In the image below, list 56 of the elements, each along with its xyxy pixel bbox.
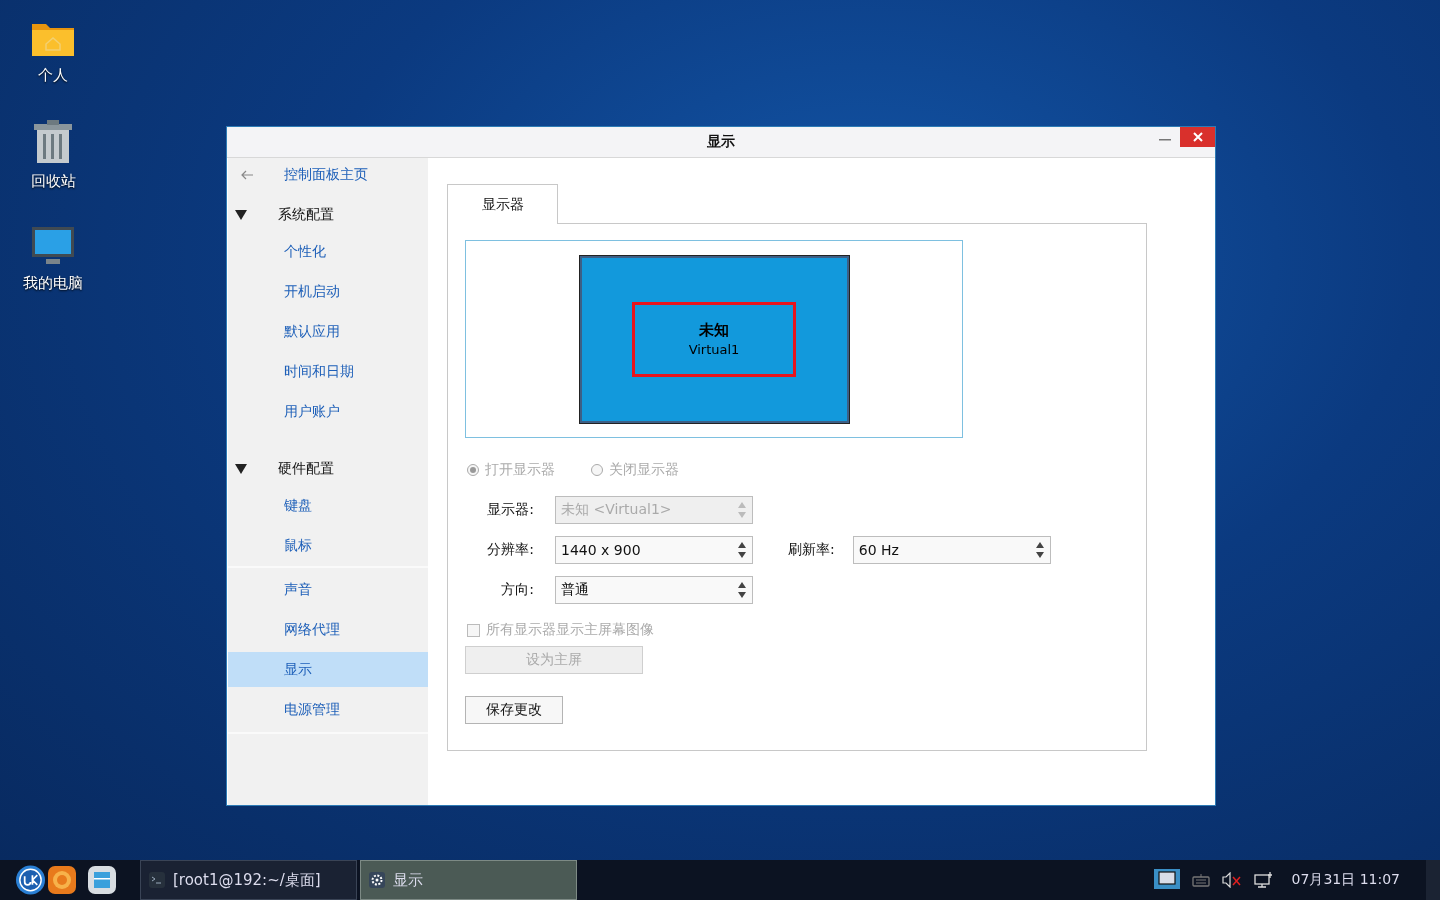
checkbox-label: 所有显示器显示主屏幕图像 <box>486 621 654 639</box>
close-button[interactable] <box>1180 127 1215 147</box>
sidebar-item[interactable]: 网络代理 <box>228 610 428 650</box>
group-heading: 硬件配置 <box>278 460 334 478</box>
window-title: 显示 <box>707 133 735 151</box>
tab[interactable]: 显示器 <box>447 184 558 224</box>
monitor-output: Virtual1 <box>688 342 740 357</box>
spinner-arrows-icon <box>738 542 746 558</box>
expander-icon[interactable] <box>234 209 248 221</box>
gear-icon <box>369 872 385 888</box>
network-icon[interactable] <box>1253 871 1274 889</box>
field-label: 刷新率: <box>788 541 835 559</box>
desktop-icon-label[interactable]: 个人 <box>38 66 68 85</box>
expander-icon[interactable] <box>234 463 248 475</box>
field-label: 方向: <box>500 581 534 599</box>
dropdown[interactable]: 1440 x 900 <box>555 536 753 564</box>
sidebar-item[interactable]: 声音 <box>228 570 428 610</box>
spinner-arrows-icon <box>738 582 746 598</box>
sidebar-item[interactable]: 用户账户 <box>228 392 428 432</box>
sidebar-item[interactable]: 键盘 <box>228 486 428 526</box>
dropdown[interactable]: 60 Hz <box>852 536 1051 564</box>
spinner-arrows-icon <box>738 502 746 518</box>
trash-icon[interactable] <box>33 120 73 164</box>
clock-text[interactable]: 07月31日 11:07 <box>1291 871 1400 889</box>
display-icon[interactable] <box>1153 869 1180 891</box>
monitor-name: 未知 <box>699 321 729 340</box>
file-cabinet-icon[interactable] <box>86 864 118 896</box>
field-label: 分辨率: <box>486 541 534 559</box>
spinner-arrows-icon <box>1035 542 1044 558</box>
radio-label: 关闭显示器 <box>609 461 679 479</box>
taskbar-button[interactable]: [root1@192:~/桌面] <box>140 860 357 900</box>
dropdown[interactable]: 普通 <box>555 576 753 604</box>
keyboard-icon[interactable] <box>1191 873 1210 887</box>
back-link[interactable]: 控制面板主页 <box>284 166 368 184</box>
sidebar-item[interactable]: 时间和日期 <box>228 352 428 392</box>
group-heading: 系统配置 <box>278 206 334 224</box>
terminal-icon <box>149 872 165 888</box>
desktop-icon-label[interactable]: 我的电脑 <box>23 274 83 293</box>
sidebar-item[interactable]: 默认应用 <box>228 312 428 352</box>
sidebar-item[interactable]: 鼠标 <box>228 526 428 566</box>
field-label: 显示器: <box>486 501 534 519</box>
sidebar-item[interactable]: 电源管理 <box>228 690 428 730</box>
sidebar-item[interactable]: 开机启动 <box>228 272 428 312</box>
sidebar-item[interactable]: 个性化 <box>228 232 428 272</box>
muted-speaker-icon[interactable] <box>1221 872 1242 888</box>
action-button[interactable]: 保存更改 <box>465 696 563 724</box>
back-arrow-icon[interactable] <box>240 170 254 180</box>
sidebar-item[interactable]: 显示 <box>228 652 428 687</box>
browser-icon[interactable] <box>46 864 78 896</box>
start-menu-icon[interactable] <box>15 864 46 896</box>
radio-label: 打开显示器 <box>485 461 555 479</box>
close-icon <box>1191 131 1204 143</box>
monitor-block[interactable]: 未知 Virtual1 <box>578 254 850 424</box>
desktop-icon-label[interactable]: 回收站 <box>30 172 76 191</box>
computer-icon[interactable] <box>31 226 75 266</box>
taskbar-button[interactable]: 显示 <box>360 860 577 900</box>
